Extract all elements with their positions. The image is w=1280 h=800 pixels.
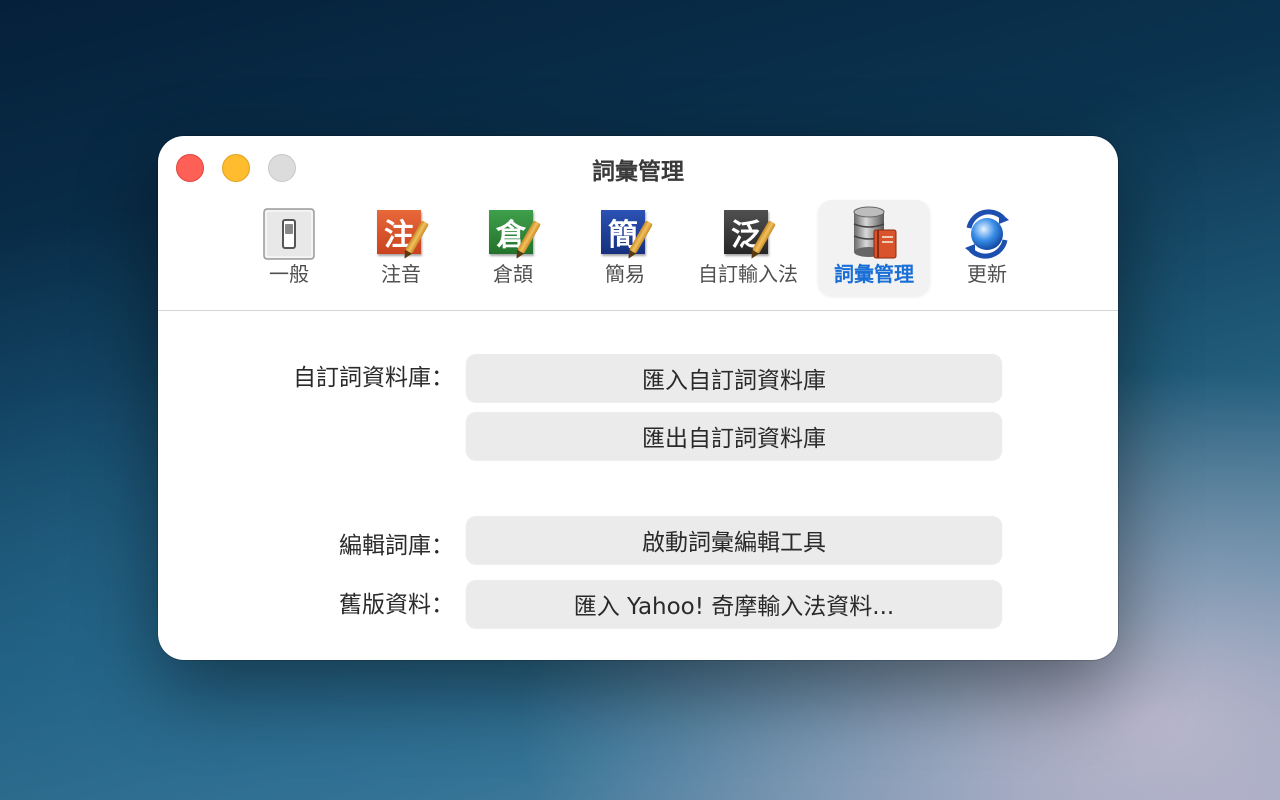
preferences-window: 詞彙管理 一般 注 注音 倉 倉頡 簡 簡易 泛 自訂輸入法 詞彙管理 更新 自… bbox=[158, 136, 1118, 660]
tab-custom-input-method[interactable]: 泛 自訂輸入法 bbox=[690, 200, 806, 296]
preferences-toolbar: 一般 注 注音 倉 倉頡 簡 簡易 泛 自訂輸入法 詞彙管理 更新 bbox=[158, 200, 1118, 310]
legacy-data-label: 舊版資料： bbox=[339, 592, 454, 618]
tab-general[interactable]: 一般 bbox=[250, 200, 328, 296]
tab-custom-input-method-label: 自訂輸入法 bbox=[698, 262, 798, 286]
tab-phrase-management-label: 詞彙管理 bbox=[834, 262, 914, 286]
tab-simplex-label: 簡易 bbox=[605, 262, 645, 286]
tab-cangjie[interactable]: 倉 倉頡 bbox=[474, 200, 552, 296]
database-icon bbox=[846, 206, 902, 262]
export-custom-db-button[interactable]: 匯出自訂詞資料庫 bbox=[466, 412, 1002, 460]
window-title: 詞彙管理 bbox=[592, 159, 684, 185]
tab-simplex[interactable]: 簡 簡易 bbox=[586, 200, 664, 296]
import-custom-db-button[interactable]: 匯入自訂詞資料庫 bbox=[466, 354, 1002, 402]
tab-phrase-management[interactable]: 詞彙管理 bbox=[818, 200, 930, 296]
tab-update-label: 更新 bbox=[967, 262, 1007, 286]
launch-phrase-editor-button[interactable]: 啟動詞彙編輯工具 bbox=[466, 516, 1002, 564]
update-globe-icon bbox=[959, 206, 1015, 262]
custom-db-label: 自訂詞資料庫： bbox=[293, 365, 454, 391]
toolbar-separator bbox=[158, 310, 1118, 311]
tab-update[interactable]: 更新 bbox=[948, 200, 1026, 296]
tab-cangjie-label: 倉頡 bbox=[493, 262, 533, 286]
zhuyin-icon: 注 bbox=[373, 206, 429, 262]
cangjie-icon: 倉 bbox=[485, 206, 541, 262]
custom-im-icon: 泛 bbox=[720, 206, 776, 262]
tab-zhuyin[interactable]: 注 注音 bbox=[362, 200, 440, 296]
tab-zhuyin-label: 注音 bbox=[381, 262, 421, 286]
import-yahoo-data-button[interactable]: 匯入 Yahoo! 奇摩輸入法資料... bbox=[466, 580, 1002, 628]
simplex-icon: 簡 bbox=[597, 206, 653, 262]
edit-db-label: 編輯詞庫： bbox=[339, 533, 454, 559]
tab-general-label: 一般 bbox=[269, 262, 309, 286]
switch-icon bbox=[261, 206, 317, 262]
